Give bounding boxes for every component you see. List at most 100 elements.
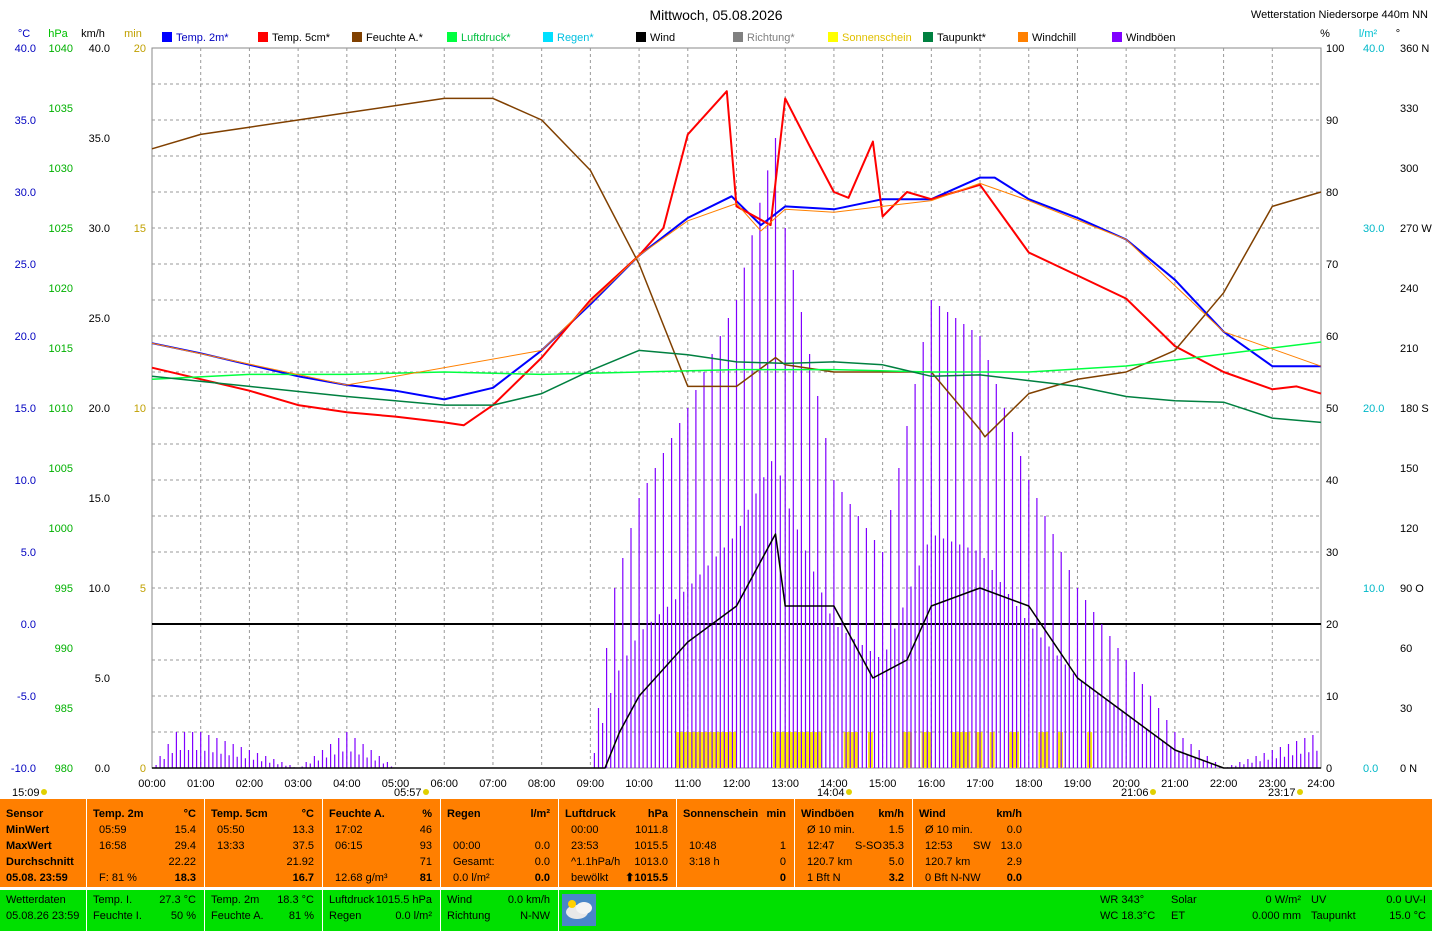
panel-cell-right: 2.9 (1006, 856, 1022, 868)
legend-label: Richtung* (747, 32, 795, 44)
panel-cell-left: Wind (919, 808, 946, 820)
panel-cell-right: 0 (779, 856, 786, 868)
sun-tick: 5 (140, 583, 146, 595)
panel-column-c6: Luftdruck hPa 00:00 1011.8 23:53 1015.5 ^1.1hP… (559, 799, 676, 887)
direction-tick: 270 W (1400, 223, 1432, 235)
status-text: Solar (1171, 894, 1197, 906)
temp-tick: -5.0 (17, 691, 36, 703)
panel-row: 0.0 l/m² 0.0 (441, 870, 558, 886)
time-tick: 04:00 (333, 778, 361, 790)
status-text: 1015.5 hPa (375, 894, 432, 906)
humidity-tick: 80 (1326, 187, 1338, 199)
unit-label: l/m² (1359, 28, 1378, 40)
status-text: Temp. I. (93, 894, 133, 906)
unit-label: min (124, 28, 142, 40)
status-text: Luftdruck (329, 894, 375, 906)
unit-label: °C (18, 28, 30, 40)
status-bar: Wetterdaten 05.08.26 23:59 Temp. I. 27.3 °C… (0, 890, 1432, 931)
humidity-tick: 20 (1326, 619, 1338, 631)
legend-swatch (1112, 32, 1122, 42)
legend-item: Windchill (1018, 31, 1076, 45)
panel-column-c8: Windböen km/h Ø 10 min. 1.5 12:47 S-SO 35.3 120… (795, 799, 912, 887)
time-tick: 12:00 (723, 778, 751, 790)
legend-swatch (733, 32, 743, 42)
status-text: WR 343° (1100, 894, 1145, 906)
pressure-tick: 1040 (49, 43, 73, 55)
temp-tick: 25.0 (15, 259, 36, 271)
panel-cell-right: °C (301, 808, 314, 820)
wind-tick: 10.0 (89, 583, 110, 595)
wind-tick: 15.0 (89, 493, 110, 505)
panel-row: 0 (677, 870, 794, 886)
temp-tick: 20.0 (15, 331, 36, 343)
panel-row: MinWert (0, 822, 86, 838)
legend-item: Feuchte A.* (352, 31, 423, 45)
legend-label: Windböen (1126, 32, 1176, 44)
panel-row: Luftdruck hPa (559, 806, 676, 822)
panel-row: 23:53 1015.5 (559, 838, 676, 854)
legend-item: Regen* (543, 31, 594, 45)
panel-row: 22.22 (87, 854, 204, 870)
temp-tick: 0.0 (21, 619, 36, 631)
humidity-tick: 60 (1326, 331, 1338, 343)
humidity-tick: 90 (1326, 115, 1338, 127)
direction-tick: 60 (1400, 643, 1412, 655)
panel-row: Temp. 5cm °C (205, 806, 322, 822)
time-tick: 24:00 (1307, 778, 1335, 790)
status-cell: Wind 0.0 km/h Richtung N-NW (441, 890, 558, 931)
panel-cell-left: 06:15 (335, 840, 363, 852)
panel-label: MaxWert (6, 840, 52, 852)
status-cell: Wetterdaten 05.08.26 23:59 (0, 890, 86, 931)
unit-label: % (1320, 28, 1330, 40)
rain-tick: 0.0 (1363, 763, 1378, 775)
panel-row: 00:00 0.0 (441, 838, 558, 854)
panel-cell-right: 1013.0 (634, 856, 668, 868)
legend-label: Windchill (1032, 32, 1077, 44)
marker-dot (846, 789, 852, 795)
status-text: Taupunkt (1311, 910, 1356, 922)
panel-row: 3:18 h 0 (677, 854, 794, 870)
sunshine-bar (1038, 732, 1049, 768)
legend-swatch (1018, 32, 1028, 42)
direction-tick: 240 (1400, 283, 1418, 295)
panel-row: Sensor (0, 806, 86, 822)
time-tick: 00:00 (138, 778, 166, 790)
panel-cell-right: 18.3 (174, 872, 196, 884)
panel-row: 00:00 1011.8 (559, 822, 676, 838)
direction-tick: 330 (1400, 103, 1418, 115)
panel-cell-right: 13.0 (1000, 840, 1022, 852)
panel-row: 120.7 km 5.0 (795, 854, 912, 870)
legend-swatch (352, 32, 362, 42)
status-text: 18.3 °C (277, 894, 314, 906)
sun-tick: 0 (140, 763, 146, 775)
panel-row: 12.68 g/m³ 81 (323, 870, 440, 886)
status-text: Wind (447, 894, 473, 906)
status-text: 0 W/m² (1265, 894, 1301, 906)
pressure-tick: 990 (55, 643, 73, 655)
legend-swatch (258, 32, 268, 42)
time-tick: 17:00 (966, 778, 994, 790)
legend-swatch (162, 32, 172, 42)
legend-item: Sonnenschein (828, 31, 912, 45)
panel-cell-right: 1011.8 (635, 824, 668, 836)
status-text: 50 % (170, 910, 196, 922)
panel-cell-right: 3.2 (888, 872, 904, 884)
sunshine-bar (675, 732, 737, 768)
legend-swatch (636, 32, 646, 42)
panel-column-c2: Temp. 2m °C 05:59 15.4 16:58 29.4 22.22 F: 81 %… (87, 799, 204, 887)
time-tick: 22:00 (1210, 778, 1238, 790)
panel-row: 13:33 37.5 (205, 838, 322, 854)
wind-tick: 30.0 (89, 223, 110, 235)
panel-row: 12:53 SW 13.0 (913, 838, 1030, 854)
panel-cell-right: 0.0 (534, 872, 550, 884)
status-text: N-NW (520, 910, 550, 922)
panel-cell-right: 22.22 (168, 856, 196, 868)
panel-label: Durchschnitt (6, 856, 74, 868)
status-text: UV (1311, 894, 1327, 906)
panel-cell-right: 0 (779, 872, 786, 884)
humidity-tick: 50 (1326, 403, 1338, 415)
status-text: Regen (329, 910, 362, 922)
time-tick: 06:00 (430, 778, 458, 790)
sunshine-bar (1009, 732, 1020, 768)
panel-cell-left: 16:58 (99, 840, 127, 852)
